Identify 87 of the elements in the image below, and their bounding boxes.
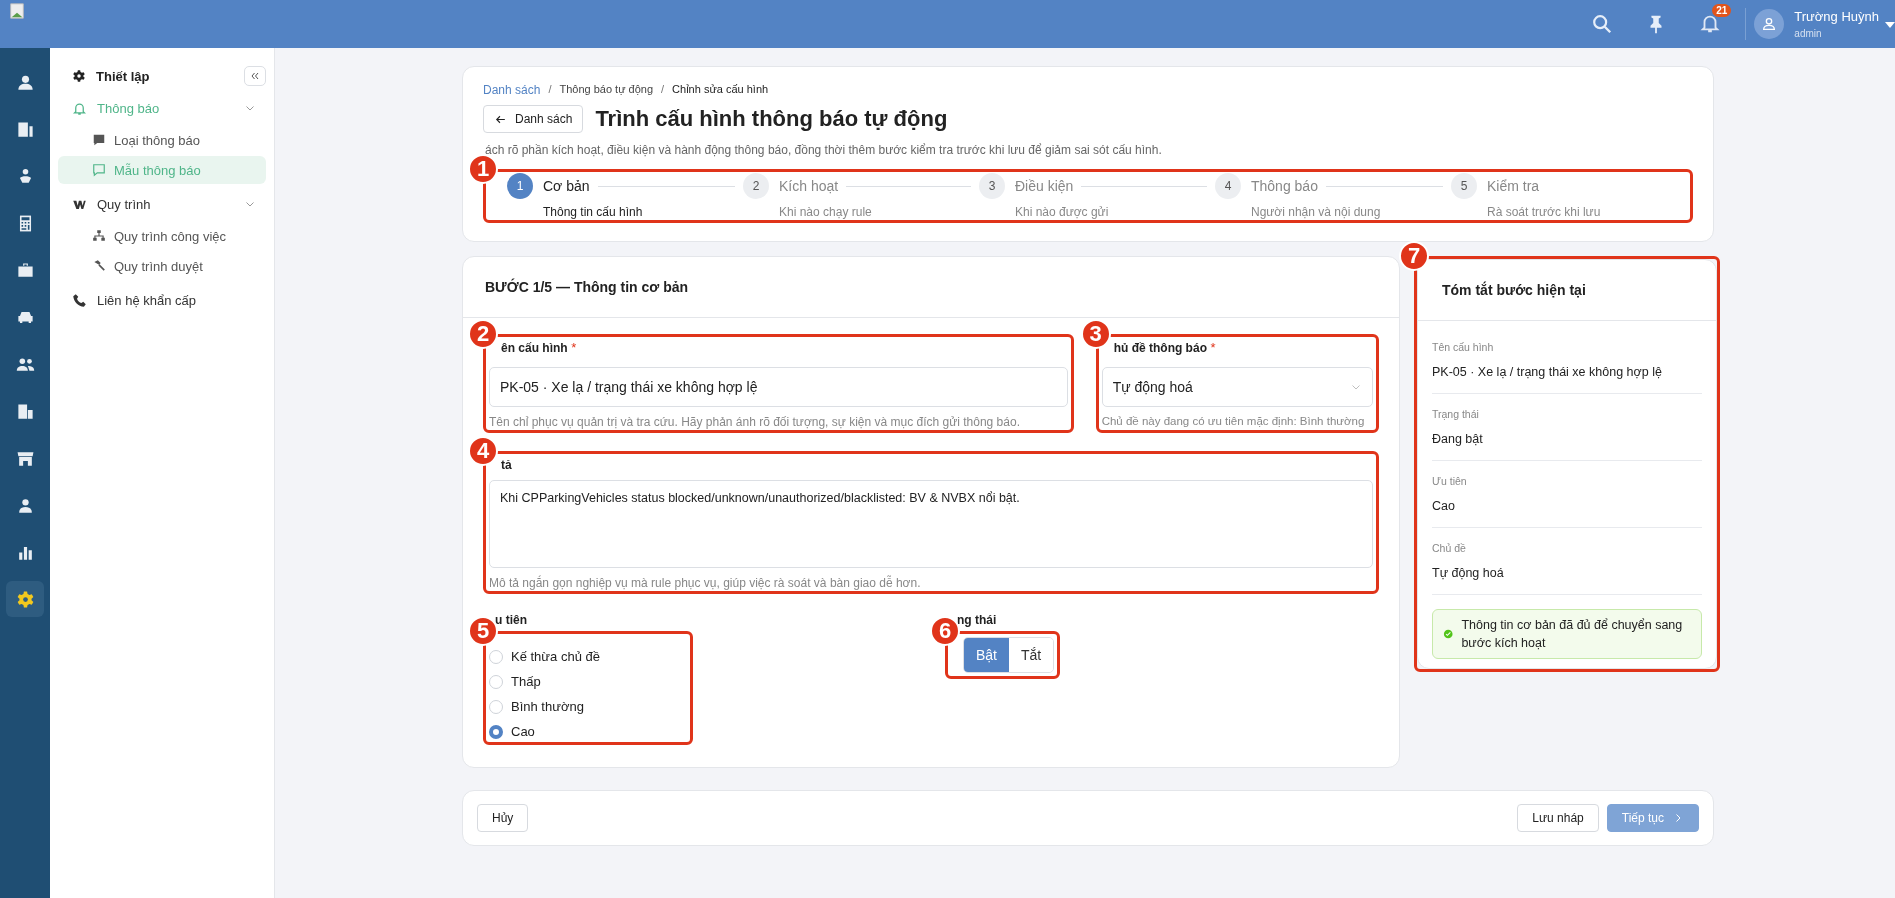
collapse-button[interactable] (244, 66, 266, 86)
user-role: admin (1794, 28, 1823, 39)
field-hint: Mô tả ngắn gọn nghiệp vụ mà rule phục vụ, giúp việc rà soát và bàn giao dễ hơn. (489, 576, 922, 590)
priority-option[interactable]: Bình thường (489, 699, 687, 714)
summary-label: Tên cấu hình (1432, 341, 1495, 353)
field-label: tả (501, 458, 512, 474)
step-title[interactable]: Cơ bản (543, 178, 590, 194)
step-number[interactable]: 5 (1451, 173, 1477, 199)
breadcrumb-item: Chỉnh sửa cấu hình (672, 83, 769, 97)
phone-icon (72, 292, 87, 308)
summary-label: Chủ đề (1432, 542, 1467, 554)
page-title: Trình cấu hình thông báo tự động (595, 106, 948, 132)
sidebar-item[interactable]: Loại thông báo (58, 126, 266, 154)
breadcrumb-separator: / (548, 83, 552, 97)
required-mark: * (571, 340, 577, 355)
annotation-badge: 4 (468, 436, 498, 466)
check-circle-icon (1443, 627, 1454, 641)
chat-outline-icon (92, 163, 106, 177)
sitemap-icon (92, 229, 106, 243)
status-toggle-option[interactable]: Bật (964, 638, 1009, 672)
summary-label: Ưu tiên (1432, 475, 1468, 487)
summary-value: Cao (1432, 499, 1456, 513)
bell-icon (72, 100, 87, 116)
priority-option[interactable]: Kế thừa chủ đề (489, 649, 687, 664)
search-icon (1591, 13, 1614, 35)
cancel-button[interactable]: Hủy (477, 804, 529, 832)
field-label: ng thái (957, 613, 997, 629)
topic-select[interactable]: Tự động hoá (1101, 367, 1373, 407)
gear-icon (72, 69, 86, 83)
hammer-icon (92, 259, 106, 273)
save-draft-button[interactable]: Lưu nháp (1517, 804, 1599, 832)
step-title[interactable]: Kích hoạt (779, 178, 839, 194)
step-number[interactable]: 2 (743, 173, 769, 199)
office-building-icon (15, 401, 35, 421)
breadcrumb-separator: / (661, 83, 665, 97)
user-name: Trường Huỳnh (1794, 9, 1879, 24)
sidebar-group[interactable]: Liên hệ khẩn cấp (58, 284, 266, 316)
sidebar-group[interactable]: Quy trình (58, 188, 266, 220)
priority-option[interactable]: Thấp (489, 674, 687, 689)
annotation-badge: 3 (1080, 319, 1111, 349)
description-field[interactable]: Khi CPParkingVehicles status blocked/unknown/unauthorized/blacklisted: BV & NVBX nổi bật. (489, 480, 1373, 568)
notice-text: Thông tin cơ bản đã đủ để chuyển sang bước kích hoạt (1461, 617, 1684, 652)
caret-icon (1885, 19, 1895, 29)
priority-option[interactable]: Cao (489, 724, 687, 739)
broken-image-icon (8, 2, 26, 20)
annotation-badge: 2 (468, 319, 498, 349)
field-hint: Chủ đề này đang có ưu tiên mặc định: Bình thường (1101, 415, 1366, 427)
page-description: ách rõ phần kích hoạt, điều kiện và hành động thông báo, đồng thời thêm bước kiểm tra trước khi lưu để giảm sai sót cấu hình. (484, 143, 1163, 157)
step-subtitle: Thông tin cấu hình (543, 204, 644, 221)
annotation-badge: 1 (468, 154, 498, 184)
step-title[interactable]: Thông báo (1251, 178, 1318, 194)
step-subtitle: Khi nào chạy rule (779, 204, 873, 221)
chat-icon (92, 133, 106, 147)
summary-value: Tự động hoá (1432, 566, 1505, 580)
step-number[interactable]: 1 (507, 173, 533, 199)
breadcrumb-link[interactable]: Danh sách (483, 83, 541, 97)
step-title[interactable]: Điều kiện (1015, 178, 1074, 194)
field-label: ên cấu hình (501, 341, 568, 357)
field-hint: Tên chỉ phục vụ quản trị và tra cứu. Hãy phản ánh rõ đối tượng, sự kiện và mục đích gửi thông báo. (489, 415, 1021, 429)
notification-count: 21 (1712, 3, 1732, 17)
step-subtitle: Rà soát trước khi lưu (1487, 204, 1602, 221)
required-mark: * (1210, 340, 1216, 355)
annotation-badge: 7 (1399, 241, 1429, 271)
briefcase-icon (15, 260, 35, 280)
sidebar-item[interactable]: Quy trình công việc (58, 222, 266, 250)
summary-value: PK-05 · Xe lạ / trạng thái xe không hợp lệ (1432, 365, 1663, 379)
user-icon (1761, 16, 1778, 32)
sidebar-item[interactable]: Quy trình duyệt (58, 252, 266, 280)
back-button[interactable]: Danh sách (483, 105, 584, 133)
step-number[interactable]: 3 (979, 173, 1005, 199)
section-heading: BƯỚC 1/5 — Thông tin cơ bản (463, 257, 1399, 318)
summary-label: Trạng thái (1432, 408, 1480, 420)
building-icon (15, 119, 35, 139)
double-chevron-left-icon (249, 70, 261, 82)
summary-value: Đang bật (1432, 432, 1484, 446)
field-label: hủ đề thông báo (1113, 341, 1207, 357)
step-subtitle: Khi nào được gửi (1015, 204, 1110, 221)
config-name-field[interactable]: PK-05 · Xe lạ / trạng thái xe không hợp lệ (489, 367, 1068, 407)
step-title[interactable]: Kiểm tra (1487, 178, 1540, 194)
gear-icon (15, 589, 35, 609)
step-number[interactable]: 4 (1215, 173, 1241, 199)
radio-button[interactable] (489, 724, 503, 739)
nav-rail-item[interactable] (6, 581, 44, 617)
step-subtitle: Người nhận và nội dung (1251, 204, 1381, 221)
sidebar-title: Thiết lập (96, 68, 151, 84)
avatar[interactable] (1754, 9, 1785, 39)
breadcrumb-item: Thông báo tự động (559, 83, 654, 97)
